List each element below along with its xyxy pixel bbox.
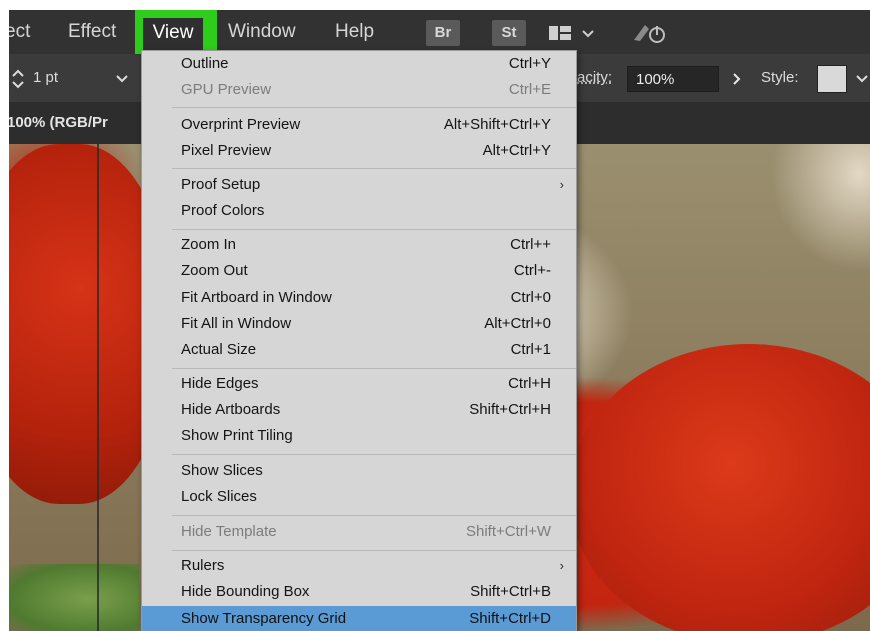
- menu-separator: [172, 515, 576, 516]
- menu-item-shortcut: Ctrl+0: [510, 289, 551, 306]
- menu-item-shortcut: Ctrl+1: [510, 341, 551, 358]
- menu-item-label: Proof Colors: [181, 202, 265, 219]
- menu-item-hide-edges[interactable]: Hide Edges Ctrl+H: [142, 371, 576, 397]
- menu-item-hide-bounding-box[interactable]: Hide Bounding Box Shift+Ctrl+B: [142, 579, 576, 605]
- menu-item-label: Show Slices: [181, 462, 263, 479]
- view-menu-dropdown: Outline Ctrl+Y GPU Preview Ctrl+E Overpr…: [141, 50, 577, 631]
- photo-tomato-right: [569, 344, 870, 631]
- menu-item-shortcut: Ctrl+E: [508, 81, 551, 98]
- menu-item-lock-slices[interactable]: Lock Slices: [142, 484, 576, 510]
- menu-item-label: Hide Edges: [181, 375, 259, 392]
- bridge-button[interactable]: Br: [426, 20, 460, 46]
- stroke-stepper-icon[interactable]: [11, 68, 25, 90]
- menu-item-overprint-preview[interactable]: Overprint Preview Alt+Shift+Ctrl+Y: [142, 112, 576, 138]
- style-label: Style:: [761, 69, 799, 86]
- menu-item-shortcut: Shift+Ctrl+W: [465, 523, 551, 540]
- document-tab[interactable]: 100% (RGB/Pr: [9, 102, 108, 144]
- menu-item-show-print-tiling[interactable]: Show Print Tiling: [142, 423, 576, 449]
- menu-item-label: GPU Preview: [181, 81, 272, 98]
- menu-bar: ect Effect View Window Help Br St: [9, 10, 870, 54]
- menu-item-label: Overprint Preview: [181, 116, 301, 133]
- menu-separator: [172, 229, 576, 230]
- menu-item-shortcut: Ctrl+H: [508, 375, 551, 392]
- style-chevron-icon[interactable]: [855, 72, 869, 84]
- menu-item-label: Actual Size: [181, 341, 257, 358]
- menu-item-rulers[interactable]: Rulers ›: [142, 553, 576, 579]
- illustrator-window: ect Effect View Window Help Br St 1 pt a…: [9, 10, 870, 631]
- menu-item-outline[interactable]: Outline Ctrl+Y: [142, 51, 576, 77]
- menu-item-fit-all[interactable]: Fit All in Window Alt+Ctrl+0: [142, 311, 576, 337]
- sync-icon[interactable]: [631, 20, 671, 46]
- menu-item-pixel-preview[interactable]: Pixel Preview Alt+Ctrl+Y: [142, 138, 576, 164]
- menu-item-show-transparency-grid[interactable]: Show Transparency Grid Shift+Ctrl+D: [142, 606, 576, 631]
- menu-item-shortcut: Ctrl+-: [513, 262, 551, 279]
- menu-item-shortcut: Ctrl+Y: [508, 55, 551, 72]
- stock-button[interactable]: St: [492, 20, 526, 46]
- menu-item-label: Zoom Out: [181, 262, 248, 279]
- menu-item-proof-colors[interactable]: Proof Colors: [142, 198, 576, 224]
- menu-item-label: Outline: [181, 55, 229, 72]
- menu-item-hide-template: Hide Template Shift+Ctrl+W: [142, 519, 576, 545]
- menu-separator: [172, 168, 576, 169]
- menu-item-gpu-preview: GPU Preview Ctrl+E: [142, 77, 576, 103]
- menu-item-label: Proof Setup: [181, 176, 261, 193]
- menu-item-fit-artboard[interactable]: Fit Artboard in Window Ctrl+0: [142, 285, 576, 311]
- menu-item-hide-artboards[interactable]: Hide Artboards Shift+Ctrl+H: [142, 397, 576, 423]
- menu-item-proof-setup[interactable]: Proof Setup ›: [142, 172, 576, 198]
- menu-item-label: Fit All in Window: [181, 315, 292, 332]
- chevron-down-icon[interactable]: [115, 72, 129, 84]
- menu-item-shortcut: Shift+Ctrl+H: [469, 401, 551, 418]
- menu-item-shortcut: Alt+Shift+Ctrl+Y: [443, 116, 551, 133]
- menu-item-shortcut: Shift+Ctrl+D: [469, 610, 551, 627]
- stroke-weight-value[interactable]: 1 pt: [33, 54, 58, 102]
- menu-separator: [172, 550, 576, 551]
- menu-item-show-slices[interactable]: Show Slices: [142, 458, 576, 484]
- menu-item-zoom-in[interactable]: Zoom In Ctrl++: [142, 232, 576, 258]
- menu-item-actual-size[interactable]: Actual Size Ctrl+1: [142, 337, 576, 363]
- menu-separator: [172, 107, 576, 108]
- menu-effect[interactable]: Effect: [68, 10, 116, 54]
- menu-item-label: Show Print Tiling: [181, 427, 293, 444]
- menu-item-label: Zoom In: [181, 236, 237, 253]
- menu-item-label: Rulers: [181, 557, 225, 574]
- chevron-right-icon[interactable]: [731, 72, 743, 85]
- menu-view[interactable]: View: [143, 18, 203, 50]
- menu-item-shortcut: Alt+Ctrl+0: [484, 315, 551, 332]
- menu-item-label: Lock Slices: [181, 488, 257, 505]
- menu-view-highlight[interactable]: View: [135, 10, 217, 54]
- menu-item-shortcut: Shift+Ctrl+B: [470, 583, 551, 600]
- opacity-label[interactable]: acity:: [577, 54, 612, 102]
- opacity-field[interactable]: 100%: [627, 66, 719, 92]
- menu-item-label: Fit Artboard in Window: [181, 289, 332, 306]
- artboard-edge: [97, 144, 99, 631]
- submenu-arrow-icon: ›: [559, 177, 564, 192]
- menu-window[interactable]: Window: [228, 10, 296, 54]
- style-swatch[interactable]: [817, 65, 847, 93]
- menu-select[interactable]: ect: [9, 10, 30, 54]
- menu-item-label: Pixel Preview: [181, 142, 272, 159]
- menu-help[interactable]: Help: [335, 10, 374, 54]
- menu-item-label: Hide Bounding Box: [181, 583, 310, 600]
- menu-item-label: Hide Template: [181, 523, 277, 540]
- photo-leaf: [9, 564, 139, 631]
- submenu-arrow-icon: ›: [559, 558, 564, 573]
- menu-item-shortcut: Ctrl++: [510, 236, 551, 253]
- workspace-layout-icon[interactable]: [549, 23, 609, 43]
- menu-item-label: Show Transparency Grid: [181, 610, 347, 627]
- menu-item-shortcut: Alt+Ctrl+Y: [482, 142, 551, 159]
- menu-separator: [172, 368, 576, 369]
- menu-separator: [172, 454, 576, 455]
- menu-item-zoom-out[interactable]: Zoom Out Ctrl+-: [142, 258, 576, 284]
- menu-item-label: Hide Artboards: [181, 401, 281, 418]
